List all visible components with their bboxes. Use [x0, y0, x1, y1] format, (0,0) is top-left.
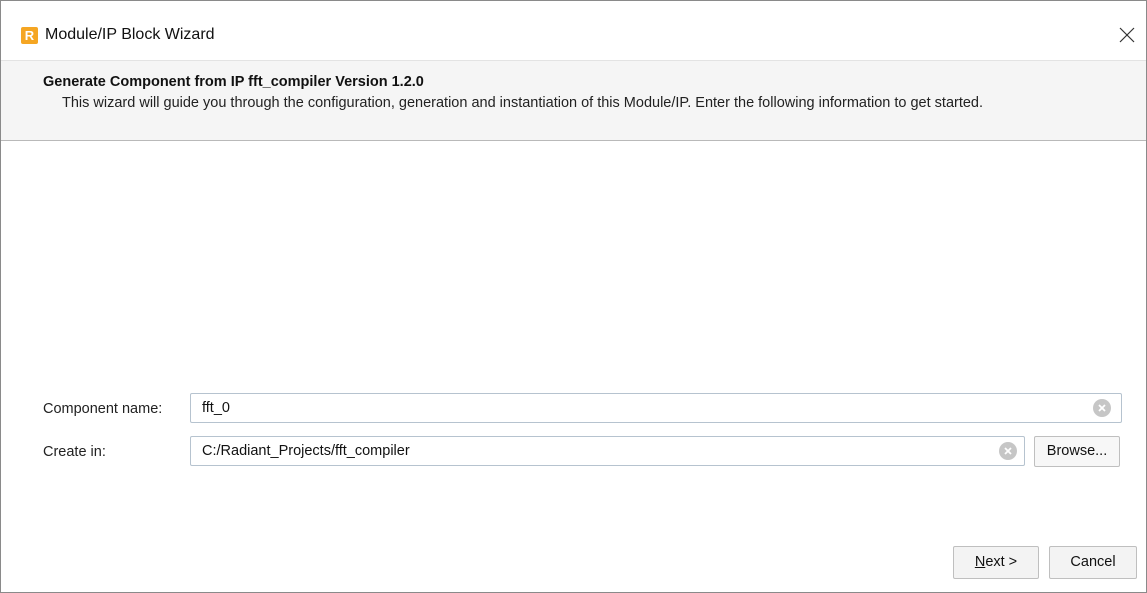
- window-title: Module/IP Block Wizard: [45, 26, 215, 43]
- component-name-input[interactable]: fft_0: [190, 393, 1122, 423]
- cancel-button[interactable]: Cancel: [1049, 546, 1137, 579]
- component-name-label: Component name:: [43, 401, 163, 417]
- component-name-value: fft_0: [202, 400, 230, 416]
- create-in-value: C:/Radiant_Projects/fft_compiler: [202, 443, 410, 459]
- header-title: Generate Component from IP fft_compiler …: [43, 74, 424, 90]
- create-in-label: Create in:: [43, 444, 106, 460]
- clear-create-in-icon[interactable]: [999, 442, 1017, 460]
- browse-button[interactable]: Browse...: [1034, 436, 1120, 467]
- create-in-input[interactable]: C:/Radiant_Projects/fft_compiler: [190, 436, 1025, 466]
- module-ip-block-wizard-window: R Module/IP Block Wizard Generate Compon…: [0, 0, 1147, 593]
- next-button-mnemonic: N: [974, 554, 986, 570]
- header-description: This wizard will guide you through the c…: [62, 95, 984, 111]
- app-icon-letter: R: [24, 28, 35, 43]
- next-button-label: ext >: [985, 554, 1018, 570]
- clear-component-name-icon[interactable]: [1093, 399, 1111, 417]
- close-icon[interactable]: [1115, 23, 1139, 47]
- radiant-app-icon: R: [21, 27, 38, 44]
- next-button[interactable]: Next >: [953, 546, 1039, 579]
